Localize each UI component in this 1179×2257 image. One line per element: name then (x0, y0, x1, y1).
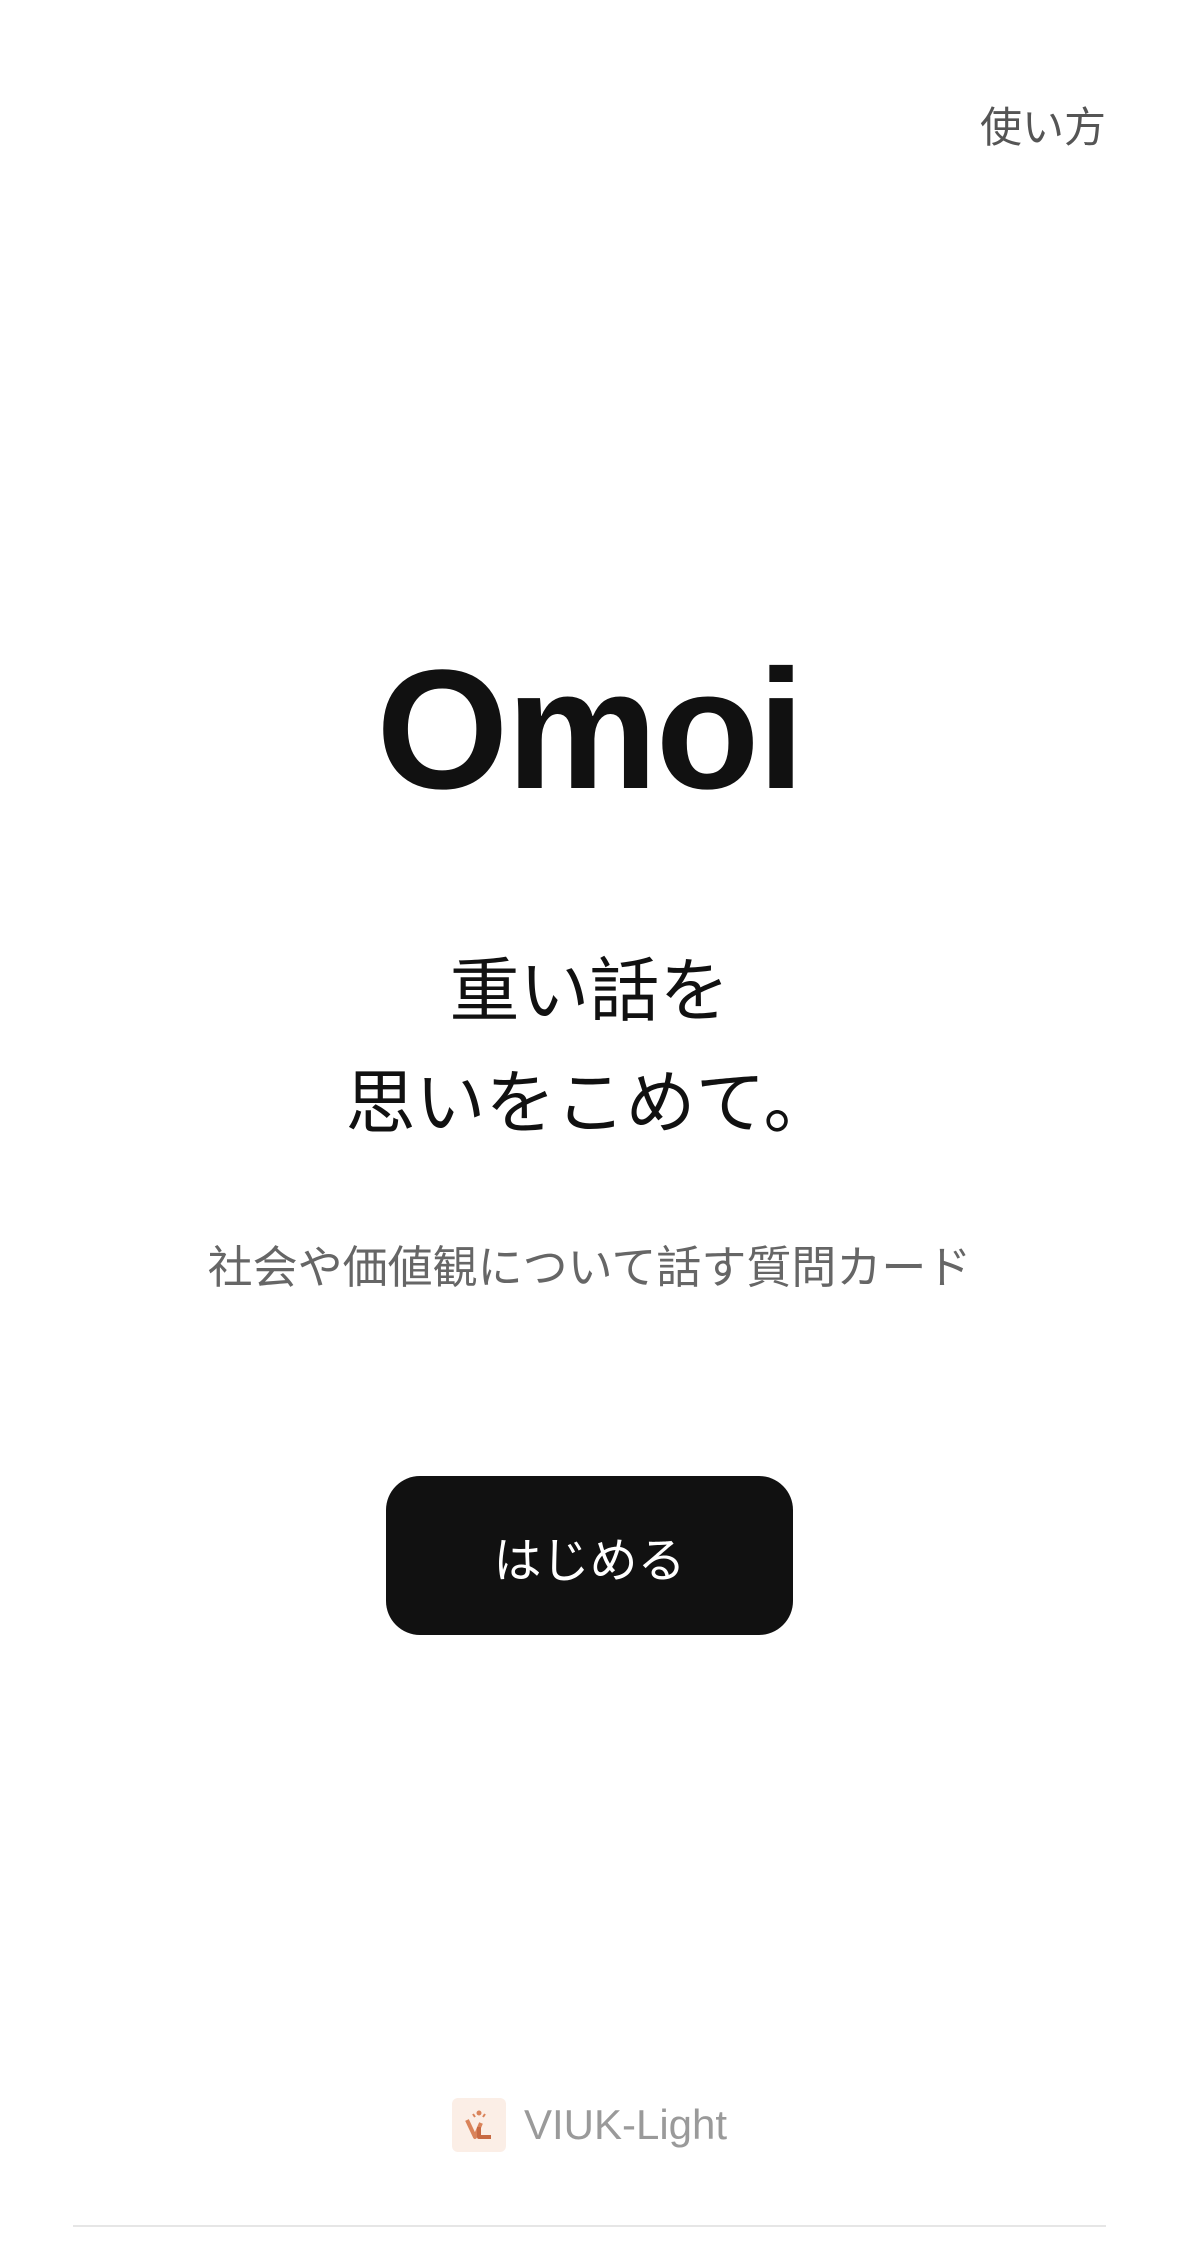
app-title: Omoi (376, 635, 804, 825)
subtitle: 社会や価値観について話す質問カード (207, 1241, 972, 1294)
viuk-logo-icon (451, 2098, 506, 2152)
tagline-line-2: 思いをこめて。 (345, 1062, 834, 1144)
footer-divider (73, 2225, 1106, 2227)
help-link[interactable]: 使い方 (980, 98, 1106, 158)
tagline: 重い話を 思いをこめて。 (0, 935, 1179, 1159)
tagline-line-1: 重い話を (449, 950, 730, 1032)
brand-name: VIUK-Light (523, 2101, 728, 2148)
start-button[interactable]: はじめる (386, 1476, 793, 1635)
footer-brand: VIUK-Light (0, 2098, 1179, 2152)
